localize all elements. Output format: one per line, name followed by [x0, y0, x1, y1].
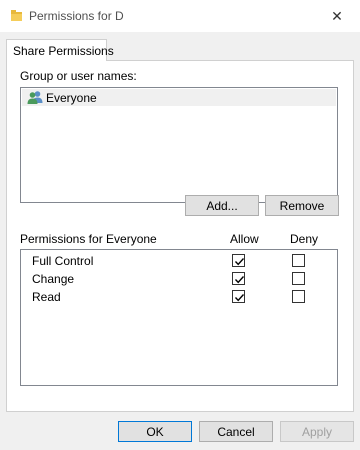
group-names-label: Group or user names: [20, 69, 137, 83]
list-item-everyone[interactable]: Everyone [22, 89, 336, 106]
allow-checkbox[interactable] [232, 272, 245, 285]
ok-button[interactable]: OK [118, 421, 192, 442]
close-button[interactable]: ✕ [314, 0, 360, 32]
permission-row: Full Control [21, 252, 337, 270]
allow-checkbox[interactable] [232, 254, 245, 267]
remove-button[interactable]: Remove [265, 195, 339, 216]
users-icon [27, 90, 43, 105]
folder-icon [10, 9, 23, 22]
deny-header: Deny [290, 232, 319, 246]
allow-checkbox[interactable] [232, 290, 245, 303]
tab-label: Share Permissions [13, 44, 114, 58]
permission-row: Read [21, 288, 337, 306]
users-list[interactable]: Everyone [20, 87, 338, 203]
share-permissions-panel: Group or user names: Everyone Add... Rem… [6, 60, 354, 412]
tab-share-permissions[interactable]: Share Permissions [6, 39, 114, 61]
deny-checkbox[interactable] [292, 272, 305, 285]
permission-name: Change [32, 272, 75, 286]
cancel-button[interactable]: Cancel [199, 421, 273, 442]
allow-header: Allow [230, 232, 259, 246]
permission-row: Change [21, 270, 337, 288]
title-bar: Permissions for D ✕ [0, 0, 360, 32]
user-name: Everyone [46, 91, 97, 105]
window-title: Permissions for D [29, 9, 124, 23]
checkmark-icon [234, 276, 245, 284]
checkmark-icon [234, 294, 245, 302]
deny-checkbox[interactable] [292, 290, 305, 303]
add-button[interactable]: Add... [185, 195, 259, 216]
checkmark-icon [234, 258, 245, 266]
permission-name: Full Control [32, 254, 94, 268]
permissions-list: Full Control Change Read [20, 249, 338, 386]
permission-name: Read [32, 290, 61, 304]
deny-checkbox[interactable] [292, 254, 305, 267]
permissions-header: Permissions for Everyone [20, 232, 157, 246]
apply-button[interactable]: Apply [280, 421, 354, 442]
close-icon: ✕ [331, 7, 343, 24]
